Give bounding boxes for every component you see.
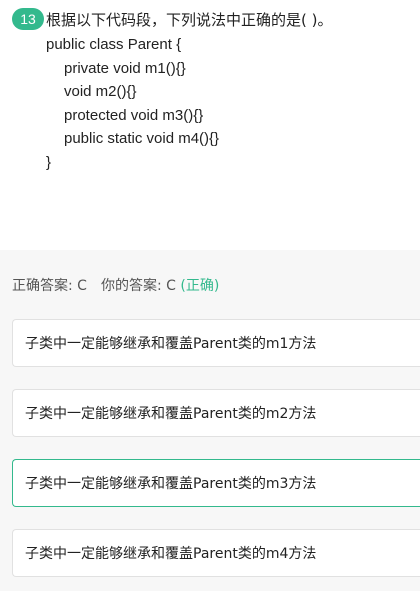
option-text: 子类中一定能够继承和覆盖Parent类的m4方法 <box>25 546 317 562</box>
code-line: void m2(){} <box>64 83 137 100</box>
code-line: public class Parent { <box>46 36 182 53</box>
question-card: 13 根据以下代码段，下列说法中正确的是( )。 public class Pa… <box>0 0 420 250</box>
code-line: } <box>46 153 52 171</box>
option-b[interactable]: 子类中一定能够继承和覆盖Parent类的m2方法 <box>12 389 420 437</box>
option-text: 子类中一定能够继承和覆盖Parent类的m2方法 <box>25 406 317 422</box>
option-text: 子类中一定能够继承和覆盖Parent类的m1方法 <box>25 336 317 352</box>
correct-answer-label: 正确答案: C <box>12 278 87 294</box>
question-header: 13 根据以下代码段，下列说法中正确的是( )。 <box>12 8 332 30</box>
your-answer-label: 你的答案: C <box>100 278 176 294</box>
option-d[interactable]: 子类中一定能够继承和覆盖Parent类的m4方法 <box>12 529 420 577</box>
answer-status: (正确) <box>180 278 220 294</box>
code-line: public static void m4(){} <box>64 130 220 147</box>
option-c[interactable]: 子类中一定能够继承和覆盖Parent类的m3方法 <box>12 459 420 507</box>
question-number-badge: 13 <box>12 8 44 30</box>
question-text: 根据以下代码段，下列说法中正确的是( )。 <box>46 10 333 29</box>
option-text: 子类中一定能够继承和覆盖Parent类的m3方法 <box>25 476 317 492</box>
code-line: protected void m3(){} <box>64 106 204 124</box>
option-a[interactable]: 子类中一定能够继承和覆盖Parent类的m1方法 <box>12 319 420 367</box>
code-block: public class Parent { private void m1(){… <box>46 33 219 174</box>
answer-summary: 正确答案: C 你的答案: C (正确) <box>12 275 219 295</box>
code-line: private void m1(){} <box>64 59 186 77</box>
